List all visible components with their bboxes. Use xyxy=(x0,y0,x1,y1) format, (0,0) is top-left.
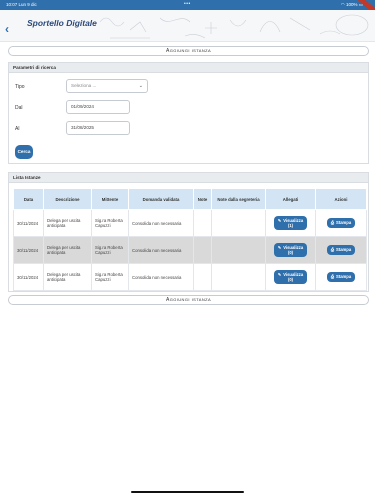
col-header-azioni: Azioni xyxy=(315,188,367,210)
view-attachments-label: Visualizza (0) xyxy=(283,272,304,282)
print-label: Stampa xyxy=(336,274,352,279)
paperclip-icon: ✎ xyxy=(277,218,282,223)
print-label: Stampa xyxy=(336,247,352,252)
al-label: Al xyxy=(15,126,20,132)
cell-data: 30/11/2024 xyxy=(13,209,44,237)
status-right: ◠ 100% ▭ xyxy=(341,2,363,8)
view-attachments-button[interactable]: ✎ Visualizza (1) xyxy=(274,216,307,230)
cell-domanda: Consolida non necessaria xyxy=(128,263,194,291)
cell-note xyxy=(193,236,212,264)
status-date-value: Lun 9 dic xyxy=(18,2,37,7)
multitask-dots-icon[interactable]: ••• xyxy=(184,1,191,7)
add-instance-button-top[interactable]: Aggiungi istanza xyxy=(8,46,369,56)
cell-domanda: Consolida non necessaria xyxy=(128,209,194,237)
home-indicator xyxy=(131,491,244,493)
wifi-icon: ◠ xyxy=(340,2,345,7)
cell-descrizione: Delega per uscita anticipata xyxy=(43,236,92,264)
view-attachments-button[interactable]: ✎ Visualizza (0) xyxy=(274,270,307,284)
cell-data: 30/11/2024 xyxy=(13,263,44,291)
dal-label: Dal xyxy=(15,105,23,111)
status-bar: 10:07 Lun 9 dic ••• ◠ 100% ▭ xyxy=(0,0,375,10)
add-instance-button-bottom[interactable]: Aggiungi istanza xyxy=(8,295,369,305)
view-attachments-label: Visualizza (0) xyxy=(283,245,304,255)
cell-azioni: ⎙ Stampa xyxy=(315,236,367,264)
chevron-down-icon: ⌄ xyxy=(138,83,143,89)
cell-mittente: Sig.ra Roberta Capuzzi xyxy=(91,236,129,264)
col-header-mittente: Mittente xyxy=(91,188,129,210)
battery-percent: 100% xyxy=(345,2,358,7)
print-label: Stampa xyxy=(336,220,352,225)
instances-panel: Lista Istanze Data Descrizione Mittente … xyxy=(8,172,369,292)
printer-icon: ⎙ xyxy=(330,220,335,225)
col-header-domanda: Domanda validata xyxy=(128,188,194,210)
search-panel: Parametri di ricerca Tipo Seleziona ... … xyxy=(8,62,369,164)
cell-allegati: ✎ Visualizza (1) xyxy=(265,209,316,237)
cell-descrizione: Delega per uscita anticipata xyxy=(43,263,92,291)
cell-note-segreteria xyxy=(211,209,266,237)
printer-icon: ⎙ xyxy=(330,247,335,252)
col-header-note: Note xyxy=(193,188,212,210)
cell-azioni: ⎙ Stampa xyxy=(315,209,367,237)
cell-note-segreteria xyxy=(211,236,266,264)
instances-panel-title: Lista Istanze xyxy=(9,173,368,183)
status-time-value: 10:07 xyxy=(6,2,18,7)
table-header-row: Data Descrizione Mittente Domanda valida… xyxy=(13,188,367,210)
cell-allegati: ✎ Visualizza (0) xyxy=(265,236,316,264)
cell-domanda: Consolida non necessaria xyxy=(128,236,194,264)
search-panel-title: Parametri di ricerca xyxy=(9,63,368,73)
col-header-allegati: Allegati xyxy=(265,188,316,210)
cell-note xyxy=(193,209,212,237)
cell-azioni: ⎙ Stampa xyxy=(315,263,367,291)
print-button[interactable]: ⎙ Stampa xyxy=(327,245,355,255)
search-button[interactable]: Cerca xyxy=(15,145,33,159)
print-button[interactable]: ⎙ Stampa xyxy=(327,218,355,228)
tipo-label: Tipo xyxy=(15,84,25,90)
view-attachments-button[interactable]: ✎ Visualizza (0) xyxy=(274,243,307,257)
cell-note xyxy=(193,263,212,291)
instances-table: Data Descrizione Mittente Domanda valida… xyxy=(13,188,367,291)
dal-date-input[interactable]: 01/09/2024 xyxy=(66,100,130,114)
paperclip-icon: ✎ xyxy=(277,272,282,277)
table-row: 30/11/2024 Delega per uscita anticipata … xyxy=(13,209,367,237)
back-chevron-icon[interactable]: ‹ xyxy=(5,22,9,36)
cell-descrizione: Delega per uscita anticipata xyxy=(43,209,92,237)
al-date-input[interactable]: 31/08/2025 xyxy=(66,121,130,135)
cell-mittente: Sig.ra Roberta Capuzzi xyxy=(91,263,129,291)
tipo-select[interactable]: Seleziona ... ⌄ xyxy=(66,79,148,93)
view-attachments-label: Visualizza (1) xyxy=(283,218,304,228)
col-header-data: Data xyxy=(13,188,44,210)
cell-allegati: ✎ Visualizza (0) xyxy=(265,263,316,291)
math-scribble-background xyxy=(99,14,369,39)
cell-data: 30/11/2024 xyxy=(13,236,44,264)
col-header-descrizione: Descrizione xyxy=(43,188,92,210)
table-row: 30/11/2024 Delega per uscita anticipata … xyxy=(13,263,367,291)
printer-icon: ⎙ xyxy=(330,274,335,279)
page-title: Sportello Digitale xyxy=(27,18,97,28)
status-time: 10:07 Lun 9 dic xyxy=(6,2,37,7)
cell-mittente: Sig.ra Roberta Capuzzi xyxy=(91,209,129,237)
tipo-placeholder: Seleziona ... xyxy=(71,83,97,88)
table-row: 30/11/2024 Delega per uscita anticipata … xyxy=(13,236,367,264)
app-header: ‹ Sportello Digitale xyxy=(0,10,375,42)
print-button[interactable]: ⎙ Stampa xyxy=(327,272,355,282)
cell-note-segreteria xyxy=(211,263,266,291)
paperclip-icon: ✎ xyxy=(277,245,282,250)
col-header-note-segreteria: Note dalla segreteria xyxy=(211,188,266,210)
